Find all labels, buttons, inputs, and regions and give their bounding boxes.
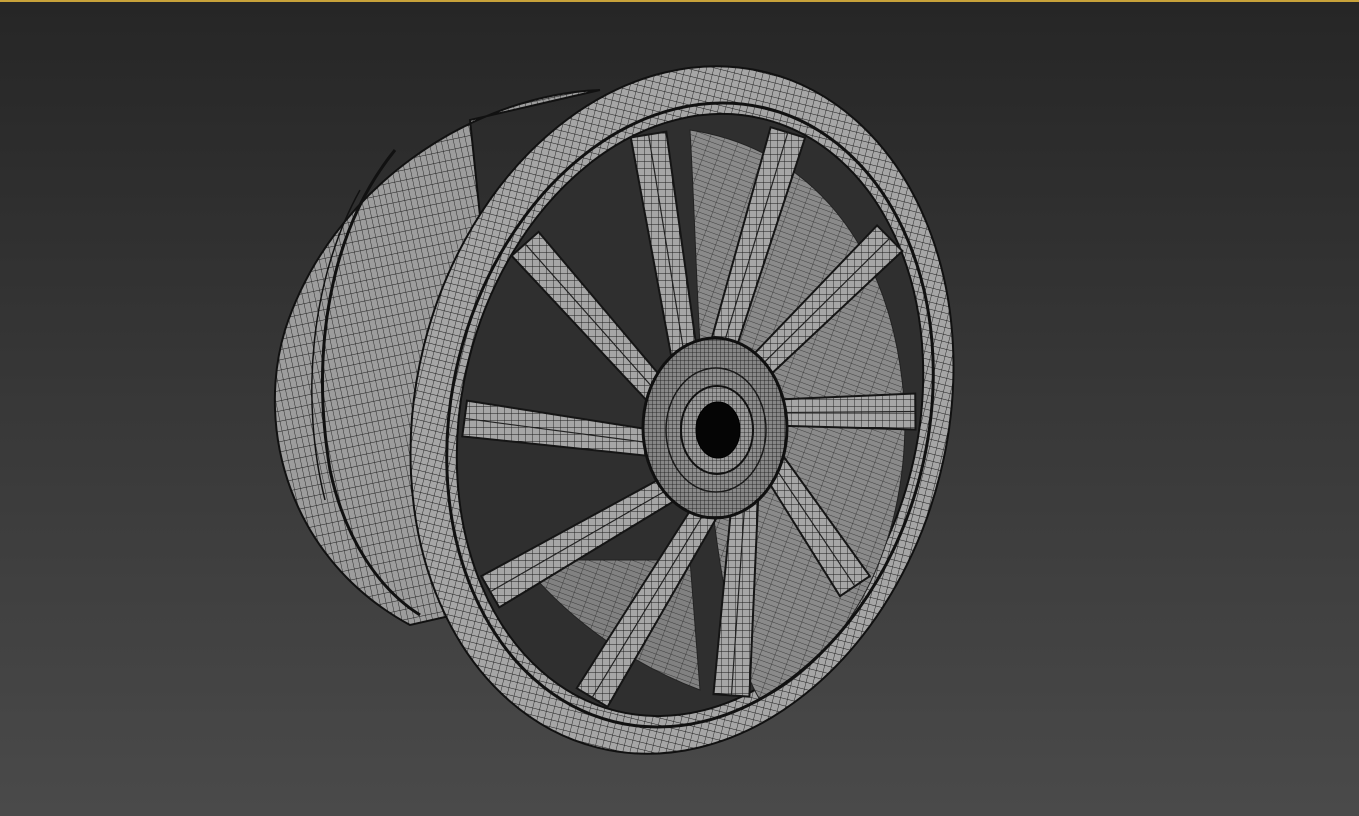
viewport-scene[interactable] bbox=[0, 0, 1359, 816]
wheel-hub bbox=[641, 336, 789, 520]
3d-viewport[interactable] bbox=[0, 0, 1359, 816]
hub-bore bbox=[695, 401, 741, 459]
